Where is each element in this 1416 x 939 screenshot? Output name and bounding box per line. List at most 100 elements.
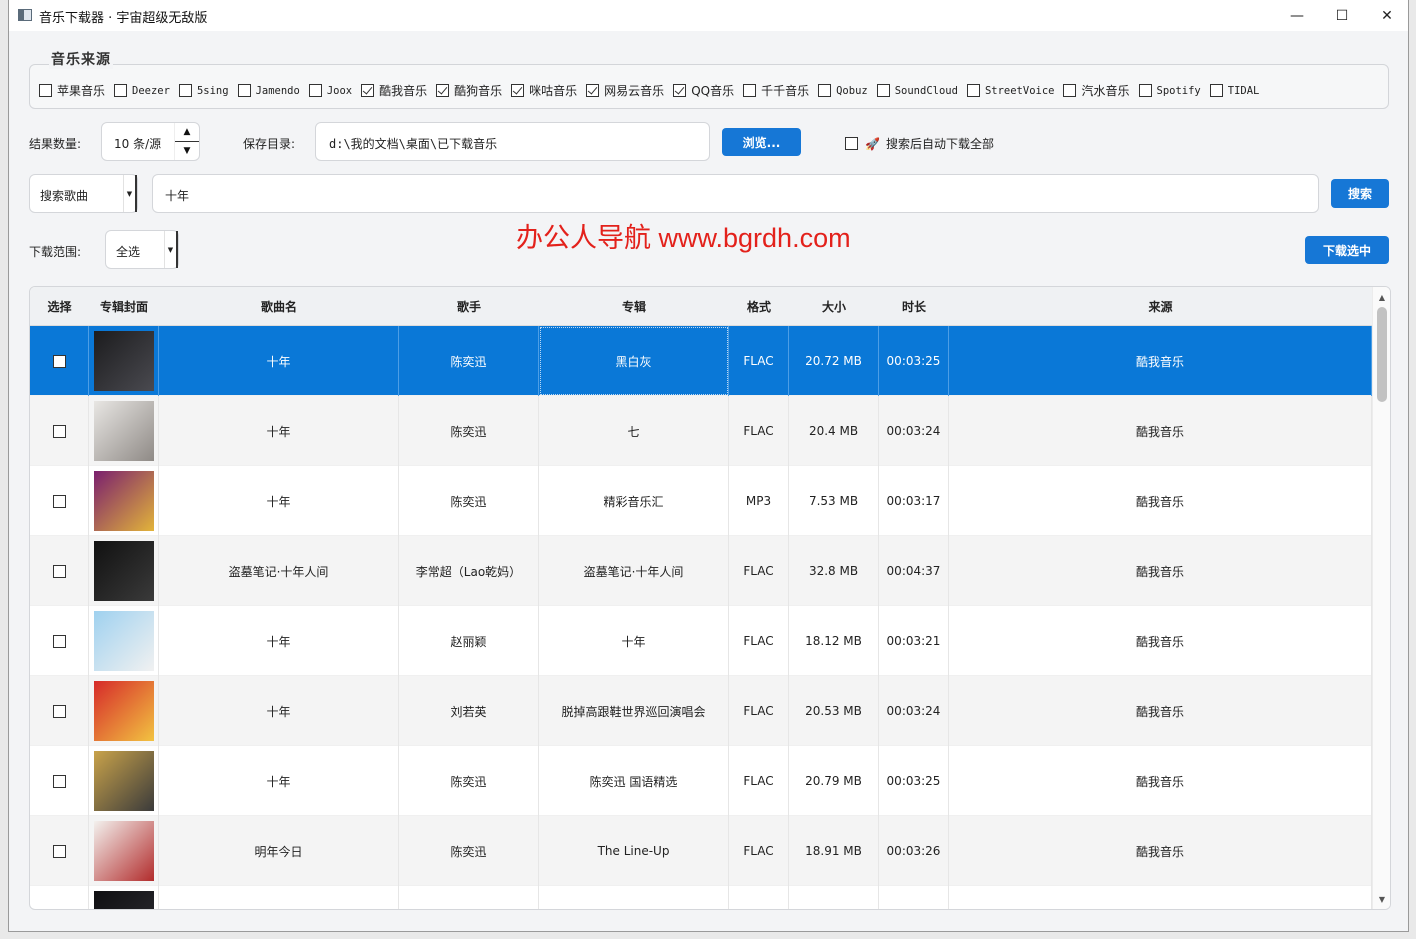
source-checkbox[interactable] — [743, 84, 757, 97]
row-checkbox[interactable] — [52, 564, 66, 578]
source-checkbox[interactable] — [818, 84, 832, 97]
table-row[interactable]: 十年 刘若英 脱掉高跟鞋世界巡回演唱会 FLAC 20.53 MB 00:03:24 酷我音… — [30, 676, 1372, 746]
source-checkbox[interactable] — [436, 84, 450, 97]
table-row[interactable]: 十年 陈奕迅 黑白灰 FLAC 20.72 MB 00:03:25 酷我音乐 — [30, 326, 1372, 396]
table-row[interactable]: 十年 赵丽颖 十年 FLAC 18.12 MB 00:03:21 酷我音乐 — [30, 606, 1372, 676]
artist-cell: 刘若英 — [399, 676, 539, 746]
row-checkbox[interactable] — [52, 634, 66, 648]
scroll-thumb[interactable] — [1377, 307, 1387, 402]
row-checkbox[interactable] — [52, 774, 66, 788]
album-cell: 七 — [539, 396, 729, 466]
row-checkbox[interactable] — [52, 704, 66, 718]
select-cell[interactable] — [30, 466, 89, 536]
column-header[interactable]: 专辑 — [539, 287, 729, 326]
column-header[interactable]: 歌曲名 — [159, 287, 399, 326]
table-row[interactable]: 明年今日 陈奕迅 The Line-Up FLAC 18.91 MB 00:03:26 酷我… — [30, 816, 1372, 886]
spin-down-icon[interactable]: ▼ — [175, 142, 199, 160]
column-header[interactable]: 格式 — [729, 287, 789, 326]
scroll-down-icon[interactable]: ▼ — [1373, 891, 1390, 907]
source-checkbox[interactable] — [876, 84, 890, 97]
save-dir-input[interactable]: d:\我的文档\桌面\已下载音乐 — [315, 122, 710, 161]
source-label: 苹果音乐 — [57, 84, 106, 98]
column-header[interactable]: 专辑封面 — [89, 287, 159, 326]
table-row[interactable]: 十年 陈奕迅七 FLAC 20.4 MB 00:03:24 酷我音乐 — [30, 396, 1372, 466]
column-header[interactable]: 歌手 — [399, 287, 539, 326]
search-mode-select[interactable]: 搜索歌曲 ▼ — [29, 174, 138, 213]
auto-download-toggle[interactable]: 🚀 搜索后自动下载全部 — [845, 135, 994, 152]
table-row[interactable]: 十年 陈奕迅 精彩音乐汇 MP3 7.53 MB 00:03:17 酷我音乐 — [30, 466, 1372, 536]
source-checkbox[interactable] — [1138, 84, 1152, 97]
source-option[interactable]: 酷狗音乐 — [436, 82, 502, 99]
source-checkbox[interactable] — [237, 84, 251, 97]
source-checkbox[interactable] — [114, 84, 128, 97]
table-row[interactable]: 盗墓笔记·十年人间 李常超（Lao乾妈） 盗墓笔记·十年人间 FLAC 32.8 MB 0… — [30, 536, 1372, 606]
source-option[interactable]: Deezer — [114, 84, 170, 97]
browse-button[interactable]: 浏览... — [722, 128, 801, 156]
search-input[interactable]: 十年 — [152, 174, 1319, 213]
source-option[interactable]: 千千音乐 — [743, 82, 809, 99]
source-option[interactable]: 网易云音乐 — [586, 82, 664, 99]
row-checkbox[interactable] — [52, 494, 66, 508]
scroll-up-icon[interactable]: ▲ — [1373, 289, 1390, 305]
source-option[interactable]: 5sing — [178, 84, 229, 97]
source-checkbox[interactable] — [361, 84, 375, 97]
table-row[interactable] — [30, 886, 1372, 909]
source-label: Deezer — [132, 84, 170, 97]
spin-up-icon[interactable]: ▲ — [175, 123, 199, 141]
source-option[interactable]: SoundCloud — [876, 84, 958, 97]
select-cell[interactable] — [30, 746, 89, 816]
column-header[interactable]: 来源 — [949, 287, 1372, 326]
select-cell[interactable] — [30, 326, 89, 396]
source-option[interactable]: 苹果音乐 — [39, 82, 105, 99]
row-checkbox[interactable] — [52, 844, 66, 858]
source-option[interactable]: StreetVoice — [966, 84, 1054, 97]
source-checkbox[interactable] — [1063, 84, 1077, 97]
cover-cell — [89, 326, 159, 396]
source-checkbox[interactable] — [178, 84, 192, 97]
select-cell[interactable] — [30, 816, 89, 886]
close-button[interactable]: ✕ — [1364, 0, 1410, 31]
source-option[interactable]: QQ音乐 — [673, 82, 734, 99]
result-count-spinbox[interactable]: 10 条/源 ▲ ▼ — [101, 122, 200, 161]
row-checkbox[interactable] — [52, 354, 66, 368]
source-option[interactable]: TIDAL — [1209, 84, 1259, 97]
select-cell[interactable] — [30, 886, 89, 909]
search-button[interactable]: 搜索 — [1331, 179, 1389, 208]
source-option[interactable]: Spotify — [1138, 84, 1201, 97]
column-header[interactable]: 大小 — [789, 287, 879, 326]
select-cell[interactable] — [30, 396, 89, 466]
source-option[interactable]: Jamendo — [237, 84, 300, 97]
source-checkbox[interactable] — [39, 84, 52, 97]
source-option[interactable]: Qobuz — [818, 84, 868, 97]
song-title-cell: 十年 — [159, 326, 399, 396]
source-label: 5sing — [196, 84, 229, 97]
source-option[interactable]: 咪咕音乐 — [511, 82, 577, 99]
table-row[interactable]: 十年 陈奕迅 陈奕迅 国语精选 FLAC 20.79 MB 00:03:25 酷我音乐 — [30, 746, 1372, 816]
select-cell[interactable] — [30, 536, 89, 606]
download-range-select[interactable]: 全选 ▼ — [105, 230, 179, 269]
size-cell: 18.91 MB — [789, 816, 879, 886]
vertical-scrollbar[interactable]: ▲ ▼ — [1372, 287, 1390, 909]
source-checkbox[interactable] — [586, 84, 600, 97]
artist-cell — [399, 886, 539, 909]
source-checkbox[interactable] — [966, 84, 980, 97]
minimize-button[interactable]: — — [1274, 0, 1320, 31]
source-option[interactable]: Joox — [308, 84, 352, 97]
row-checkbox[interactable] — [52, 424, 66, 438]
select-cell[interactable] — [30, 606, 89, 676]
column-header[interactable]: 选择 — [30, 287, 89, 326]
source-checkbox[interactable] — [511, 84, 525, 97]
table-header: 选择 专辑封面 歌曲名 歌手 专辑 格式 大小 时长 来源 — [30, 287, 1372, 326]
source-checkbox[interactable] — [1209, 84, 1223, 97]
source-cell: 酷我音乐 — [949, 396, 1372, 466]
download-selected-button[interactable]: 下载选中 — [1305, 236, 1389, 264]
select-cell[interactable] — [30, 676, 89, 746]
source-label: 咪咕音乐 — [529, 84, 578, 98]
maximize-button[interactable]: ☐ — [1319, 0, 1365, 31]
column-header[interactable]: 时长 — [879, 287, 949, 326]
source-checkbox[interactable] — [673, 84, 687, 97]
auto-download-checkbox[interactable] — [845, 137, 858, 150]
source-option[interactable]: 酷我音乐 — [361, 82, 427, 99]
source-option[interactable]: 汽水音乐 — [1063, 82, 1130, 99]
source-checkbox[interactable] — [308, 84, 322, 97]
